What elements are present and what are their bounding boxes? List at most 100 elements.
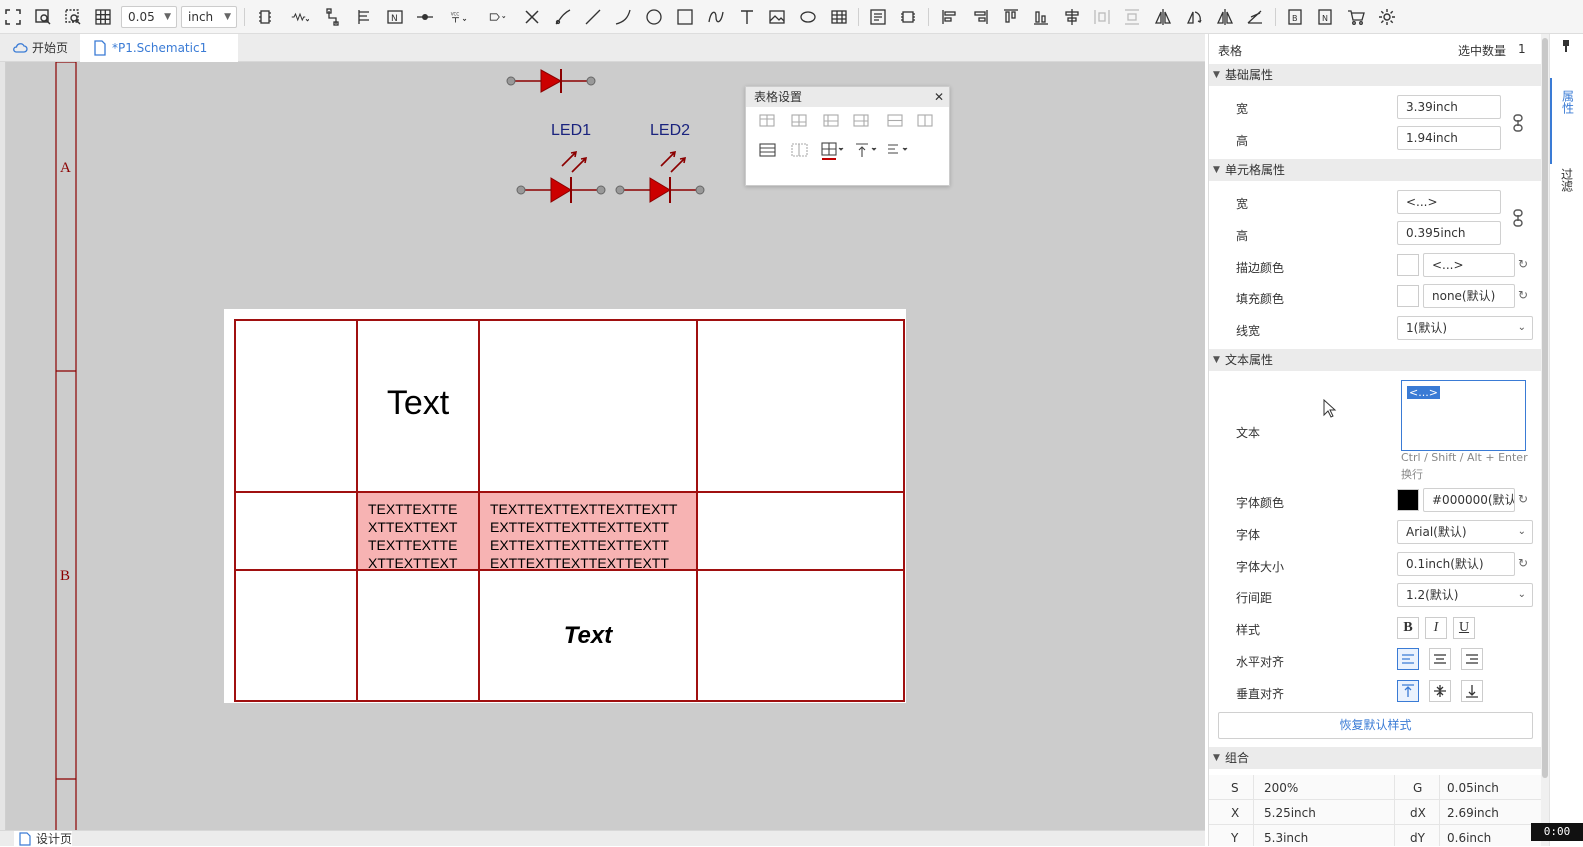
lock-ratio-icon[interactable]	[1511, 114, 1525, 136]
section-group-header[interactable]: ▼ 组合	[1209, 747, 1542, 769]
tab-start-page[interactable]: 开始页	[0, 34, 80, 62]
reset-icon[interactable]: ↻	[1518, 556, 1528, 570]
x-value[interactable]: 5.25inch	[1264, 806, 1316, 820]
junction-icon[interactable]	[415, 7, 435, 27]
reset-icon[interactable]: ↻	[1518, 288, 1528, 302]
align-left-icon[interactable]	[940, 7, 960, 27]
basic-width-input[interactable]: 3.39inch	[1397, 95, 1501, 119]
align-top-icon[interactable]	[1001, 7, 1021, 27]
image-icon[interactable]	[767, 7, 787, 27]
grid-icon[interactable]	[93, 7, 113, 27]
fit-view-icon[interactable]	[3, 7, 23, 27]
rectangle-icon[interactable]	[675, 7, 695, 27]
cell-height-input[interactable]: 0.395inch	[1397, 221, 1501, 245]
section-basic-header[interactable]: ▼ 基础属性	[1209, 64, 1542, 86]
align-bottom-icon[interactable]	[1031, 7, 1051, 27]
rotate-flag-icon[interactable]	[1245, 7, 1265, 27]
font-color-swatch[interactable]	[1397, 489, 1419, 511]
align-center-button[interactable]	[1429, 648, 1451, 670]
section-cell-header[interactable]: ▼ 单元格属性	[1209, 159, 1542, 181]
fill-color-swatch[interactable]	[1397, 285, 1419, 307]
stroke-color-swatch[interactable]	[1397, 254, 1419, 276]
line-spacing-select[interactable]: 1.2(默认) ⌄	[1397, 583, 1533, 607]
led1-symbol[interactable]	[516, 150, 606, 203]
text-tool-icon[interactable]	[737, 7, 757, 27]
bus-entry-icon[interactable]	[325, 7, 345, 27]
valign-bottom-button[interactable]	[1461, 680, 1483, 702]
s-value[interactable]: 200%	[1264, 781, 1298, 795]
lock-ratio-icon[interactable]	[1511, 209, 1525, 231]
resistor-icon[interactable]	[287, 7, 313, 27]
fill-color-input[interactable]: none(默认)	[1423, 284, 1515, 308]
net-flag-icon[interactable]	[355, 7, 375, 27]
align-center-icon[interactable]	[1062, 7, 1082, 27]
grid-size-select[interactable]: 0.05 ▼	[121, 6, 177, 28]
netlist-icon[interactable]: N	[1315, 7, 1335, 27]
dy-value[interactable]: 0.6inch	[1447, 831, 1491, 845]
insert-row-above-icon[interactable]	[759, 114, 775, 127]
diode-symbol[interactable]	[506, 69, 596, 93]
ellipse-icon[interactable]	[798, 7, 818, 27]
circle-icon[interactable]	[644, 7, 664, 27]
merge-cells-icon[interactable]	[759, 143, 776, 157]
table-tool-icon[interactable]	[829, 7, 849, 27]
delete-row-icon[interactable]	[887, 114, 903, 127]
tab-schematic[interactable]: *P1.Schematic1	[80, 34, 238, 62]
tab-properties[interactable]: 属性	[1550, 78, 1583, 164]
valign-top-icon[interactable]	[856, 143, 877, 157]
insert-row-below-icon[interactable]	[791, 114, 807, 127]
insert-col-right-icon[interactable]	[853, 114, 869, 127]
zoom-select-icon[interactable]	[33, 7, 53, 27]
line-width-select[interactable]: 1(默认) ⌄	[1397, 316, 1533, 340]
annotate-icon[interactable]	[868, 7, 888, 27]
flip-horizontal-icon[interactable]	[1153, 7, 1173, 27]
vcc-icon[interactable]: VCC	[446, 7, 472, 27]
no-connect-icon[interactable]	[522, 7, 542, 27]
port-icon[interactable]	[483, 7, 513, 27]
reset-icon[interactable]: ↻	[1518, 492, 1528, 506]
align-right-icon[interactable]	[970, 7, 990, 27]
valign-top-button[interactable]	[1397, 680, 1419, 702]
chip-icon[interactable]	[898, 7, 918, 27]
font-size-input[interactable]: 0.1inch(默认)	[1397, 552, 1515, 576]
close-icon[interactable]: ✕	[934, 87, 944, 107]
section-text-header[interactable]: ▼ 文本属性	[1209, 349, 1542, 371]
halign-icon[interactable]	[888, 144, 908, 154]
delete-col-icon[interactable]	[917, 114, 933, 127]
pin-icon[interactable]	[1561, 40, 1571, 52]
component-icon[interactable]	[255, 7, 275, 27]
line-icon[interactable]	[583, 7, 603, 27]
unit-select[interactable]: inch ▼	[181, 6, 237, 28]
led2-symbol[interactable]	[615, 150, 705, 203]
reset-icon[interactable]: ↻	[1518, 257, 1528, 271]
align-left-button[interactable]	[1397, 648, 1419, 670]
basic-height-input[interactable]: 1.94inch	[1397, 126, 1501, 150]
font-select[interactable]: Arial(默认) ⌄	[1397, 520, 1533, 544]
cell-width-input[interactable]: <...>	[1397, 190, 1501, 214]
settings-gear-icon[interactable]	[1377, 7, 1397, 27]
stroke-color-input[interactable]: <...>	[1423, 253, 1515, 277]
rotate-icon[interactable]	[1184, 7, 1204, 27]
tab-filter[interactable]: 过滤	[1550, 164, 1583, 250]
align-right-button[interactable]	[1461, 648, 1483, 670]
board-icon[interactable]: B	[1285, 7, 1305, 27]
text-input[interactable]: <...>	[1401, 380, 1526, 451]
net-label-icon[interactable]: N	[385, 7, 405, 27]
tab-design-page[interactable]: 设计页	[14, 831, 73, 847]
reset-style-button[interactable]: 恢复默认样式	[1218, 712, 1533, 739]
italic-button[interactable]: I	[1425, 617, 1447, 639]
valign-middle-button[interactable]	[1429, 680, 1451, 702]
font-color-input[interactable]: #000000(默认)	[1423, 488, 1515, 512]
arc-icon[interactable]	[613, 7, 633, 27]
schematic-canvas[interactable]: A B LED1 LED2 Text TEXTTEXTTE XTTEXTTEXT…	[6, 62, 1205, 832]
mirror-icon[interactable]	[1215, 7, 1235, 27]
insert-col-left-icon[interactable]	[823, 114, 839, 127]
cart-icon[interactable]	[1346, 7, 1366, 27]
g-value[interactable]: 0.05inch	[1447, 781, 1499, 795]
border-icon[interactable]	[821, 142, 844, 160]
panel-scrollbar[interactable]	[1541, 34, 1549, 846]
y-value[interactable]: 5.3inch	[1264, 831, 1308, 845]
dx-value[interactable]: 2.69inch	[1447, 806, 1499, 820]
wire-icon[interactable]	[553, 7, 573, 27]
split-cells-icon[interactable]	[791, 143, 808, 157]
